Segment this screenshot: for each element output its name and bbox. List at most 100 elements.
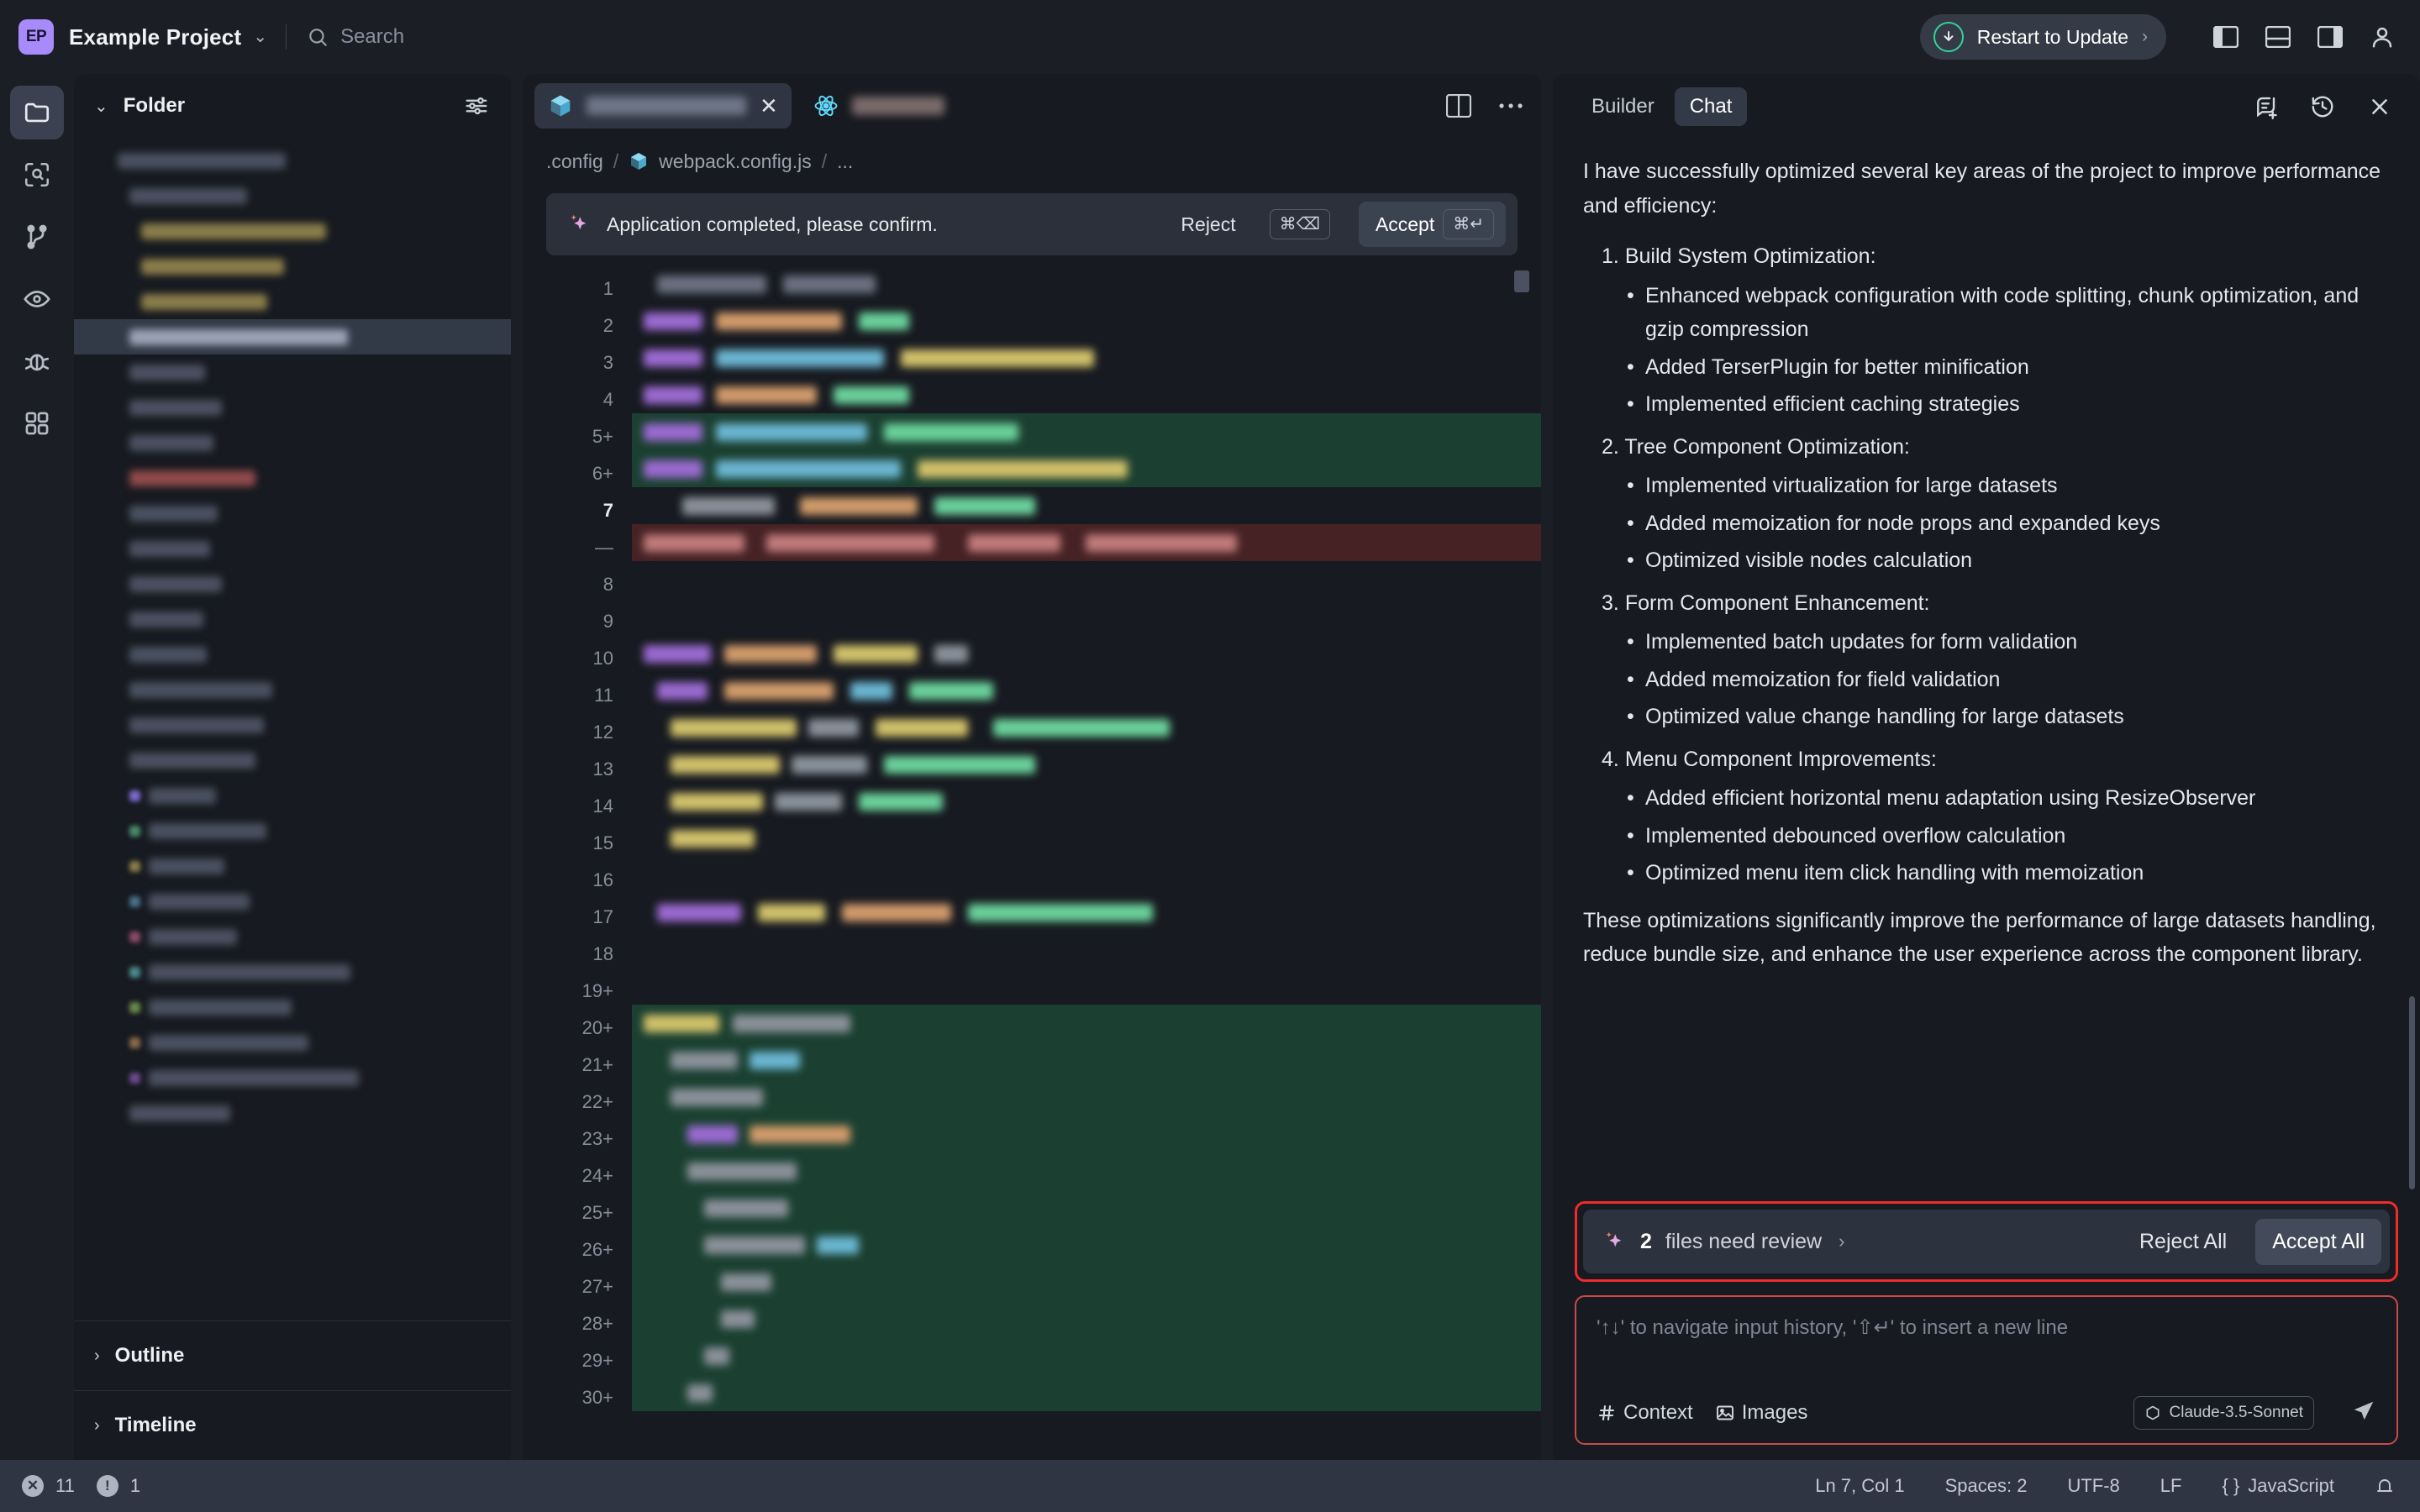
reject-all-button[interactable]: Reject All [2124, 1230, 2242, 1254]
list-item[interactable] [74, 637, 511, 672]
cursor-position[interactable]: Ln 7, Col 1 [1815, 1475, 1904, 1497]
outline-section[interactable]: › Outline [74, 1321, 511, 1390]
images-button[interactable]: Images [1715, 1401, 1807, 1425]
breadcrumb-separator: / [821, 150, 828, 172]
chevron-right-icon[interactable]: › [1839, 1231, 1844, 1252]
chat-composer[interactable]: '↑↓' to navigate input history, '⇧↵' to … [1575, 1295, 2398, 1445]
editor-tab[interactable] [800, 83, 958, 129]
bullet-list: Added efficient horizontal menu adaptati… [1623, 781, 2390, 890]
toggle-bottom-panel-icon[interactable] [2262, 21, 2294, 53]
list-item[interactable] [74, 249, 511, 284]
list-item[interactable] [74, 531, 511, 566]
context-button[interactable]: Context [1597, 1401, 1693, 1425]
list-item[interactable] [74, 213, 511, 249]
list-item[interactable] [74, 672, 511, 707]
language-mode[interactable]: { } JavaScript [2222, 1475, 2334, 1497]
new-chat-icon[interactable] [2247, 88, 2284, 125]
toggle-right-panel-icon[interactable] [2314, 21, 2346, 53]
activity-bar [0, 74, 74, 1460]
more-horizontal-icon[interactable] [1492, 87, 1529, 124]
indent-setting[interactable]: Spaces: 2 [1945, 1475, 2028, 1497]
sidebar-item-extensions[interactable] [10, 396, 64, 450]
bullet-list: Implemented virtualization for large dat… [1623, 469, 2390, 578]
list-item[interactable] [74, 1025, 511, 1060]
timeline-section[interactable]: › Timeline [74, 1391, 511, 1460]
eye-icon [24, 291, 50, 307]
list-item[interactable] [74, 496, 511, 531]
list-item[interactable] [74, 1095, 511, 1131]
list-item[interactable] [74, 354, 511, 390]
file-tree[interactable] [74, 138, 511, 1320]
list-item[interactable] [74, 743, 511, 778]
list-item[interactable] [74, 284, 511, 319]
list-item[interactable] [74, 813, 511, 848]
tab-chat[interactable]: Chat [1674, 87, 1748, 126]
sidebar-item-search[interactable] [10, 148, 64, 202]
list-item[interactable] [74, 178, 511, 213]
warning-count[interactable]: 1 [130, 1475, 140, 1497]
error-icon: ✕ [22, 1475, 44, 1497]
list-item[interactable] [74, 1060, 511, 1095]
timeline-label: Timeline [114, 1414, 197, 1436]
list-item[interactable] [74, 601, 511, 637]
cube-icon [2146, 1405, 2159, 1420]
reject-button[interactable]: Reject [1171, 213, 1245, 236]
list-item: Enhanced webpack configuration with code… [1623, 279, 2390, 347]
search-placeholder: Search [340, 25, 405, 48]
editor-tab-active[interactable]: ✕ [534, 83, 792, 129]
list-item[interactable] [74, 954, 511, 990]
chevron-down-icon[interactable]: ⌄ [253, 29, 267, 45]
sidebar-item-preview[interactable] [10, 272, 64, 326]
send-button[interactable] [2351, 1399, 2376, 1428]
list-item[interactable] [74, 707, 511, 743]
line-number: 2 [602, 315, 613, 336]
list-item[interactable] [74, 884, 511, 919]
list-item[interactable] [74, 143, 511, 178]
bell-icon[interactable] [2375, 1476, 2395, 1496]
close-icon[interactable]: ✕ [760, 95, 778, 117]
search-input[interactable]: Search [307, 25, 404, 49]
line-number: 24+ [581, 1165, 613, 1186]
list-item[interactable] [74, 390, 511, 425]
close-icon[interactable] [2361, 88, 2398, 125]
account-avatar-icon[interactable] [2366, 21, 2398, 53]
eol-setting[interactable]: LF [2160, 1475, 2182, 1497]
error-count[interactable]: 11 [55, 1475, 75, 1497]
breadcrumb-file[interactable]: webpack.config.js [659, 150, 812, 173]
code-content-redacted[interactable] [632, 265, 1541, 1460]
filter-icon[interactable] [464, 93, 489, 118]
list-item[interactable] [74, 990, 511, 1025]
reject-shortcut: ⌘⌫ [1269, 209, 1330, 239]
split-editor-icon[interactable] [1440, 87, 1477, 124]
outline-label: Outline [114, 1344, 185, 1367]
sidebar-item-explorer[interactable] [10, 86, 64, 139]
accept-all-button[interactable]: Accept All [2255, 1218, 2381, 1265]
breadcrumb[interactable]: .config / webpack.config.js / ... [523, 138, 1541, 185]
line-number: 9 [602, 611, 613, 632]
tab-builder[interactable]: Builder [1576, 87, 1670, 126]
list-item[interactable] [74, 848, 511, 884]
list-item[interactable] [74, 566, 511, 601]
model-selector[interactable]: Claude-3.5-Sonnet [2133, 1396, 2314, 1430]
toggle-left-panel-icon[interactable] [2210, 21, 2242, 53]
breadcrumb-overflow[interactable]: ... [837, 150, 853, 173]
list-item-heading: 4. Menu Component Improvements: [1602, 747, 1937, 771]
list-item[interactable] [74, 919, 511, 954]
explorer-header[interactable]: ⌄ Folder [74, 74, 511, 138]
encoding-setting[interactable]: UTF-8 [2067, 1475, 2119, 1497]
restart-to-update-button[interactable]: Restart to Update › [1919, 14, 2166, 60]
list-item: Optimized value change handling for larg… [1623, 700, 2390, 734]
sidebar-item-source-control[interactable] [10, 210, 64, 264]
list-item[interactable] [74, 778, 511, 813]
search-icon [309, 29, 327, 46]
code-editor[interactable]: 1 2 3 4 5+ 6+ 7 — 8 9 10 11 12 13 14 15 [523, 265, 1541, 1460]
breadcrumb-folder[interactable]: .config [546, 150, 603, 173]
sidebar-item-run-and-debug[interactable] [10, 334, 64, 388]
accept-button[interactable]: Accept ⌘↵ [1358, 202, 1506, 247]
list-item[interactable] [74, 460, 511, 496]
line-number: 26+ [581, 1239, 613, 1260]
scrollbar-thumb[interactable] [2409, 996, 2415, 1189]
list-item[interactable] [74, 425, 511, 460]
history-icon[interactable] [2304, 88, 2341, 125]
list-item-selected[interactable] [74, 319, 511, 354]
